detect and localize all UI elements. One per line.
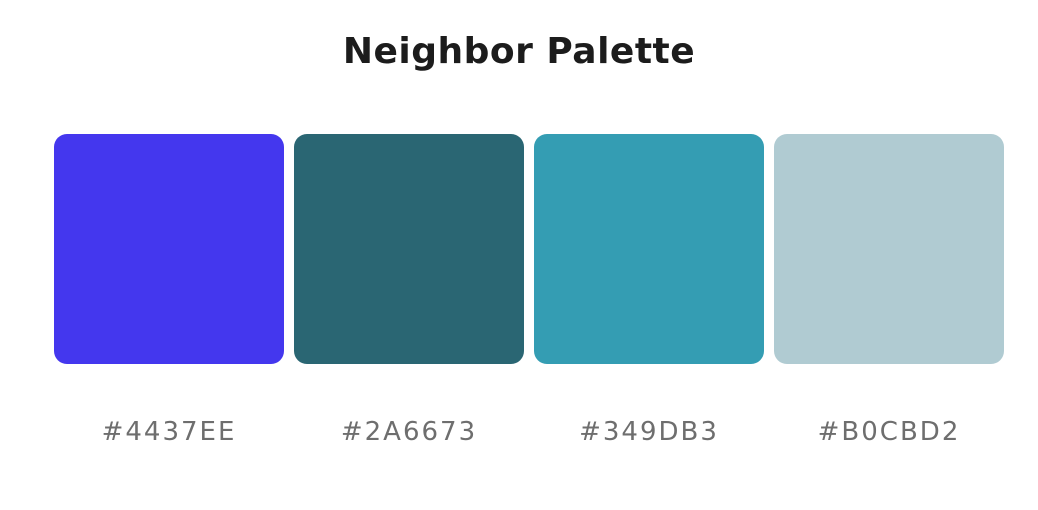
color-swatch[interactable] (774, 134, 1004, 364)
color-swatch[interactable] (534, 134, 764, 364)
hex-label: #2A6673 (340, 417, 478, 447)
swatch-item: #4437EE (54, 134, 284, 448)
color-swatch[interactable] (54, 134, 284, 364)
swatch-item: #349DB3 (534, 134, 764, 448)
hex-label: #349DB3 (579, 417, 719, 447)
swatch-row: #4437EE #2A6673 #349DB3 #B0CBD2 (54, 134, 1004, 448)
swatch-item: #2A6673 (294, 134, 524, 448)
hex-label: #4437EE (101, 417, 237, 447)
color-swatch[interactable] (294, 134, 524, 364)
swatch-item: #B0CBD2 (774, 134, 1004, 448)
hex-label: #B0CBD2 (817, 417, 961, 447)
palette-title: Neighbor Palette (342, 31, 696, 72)
